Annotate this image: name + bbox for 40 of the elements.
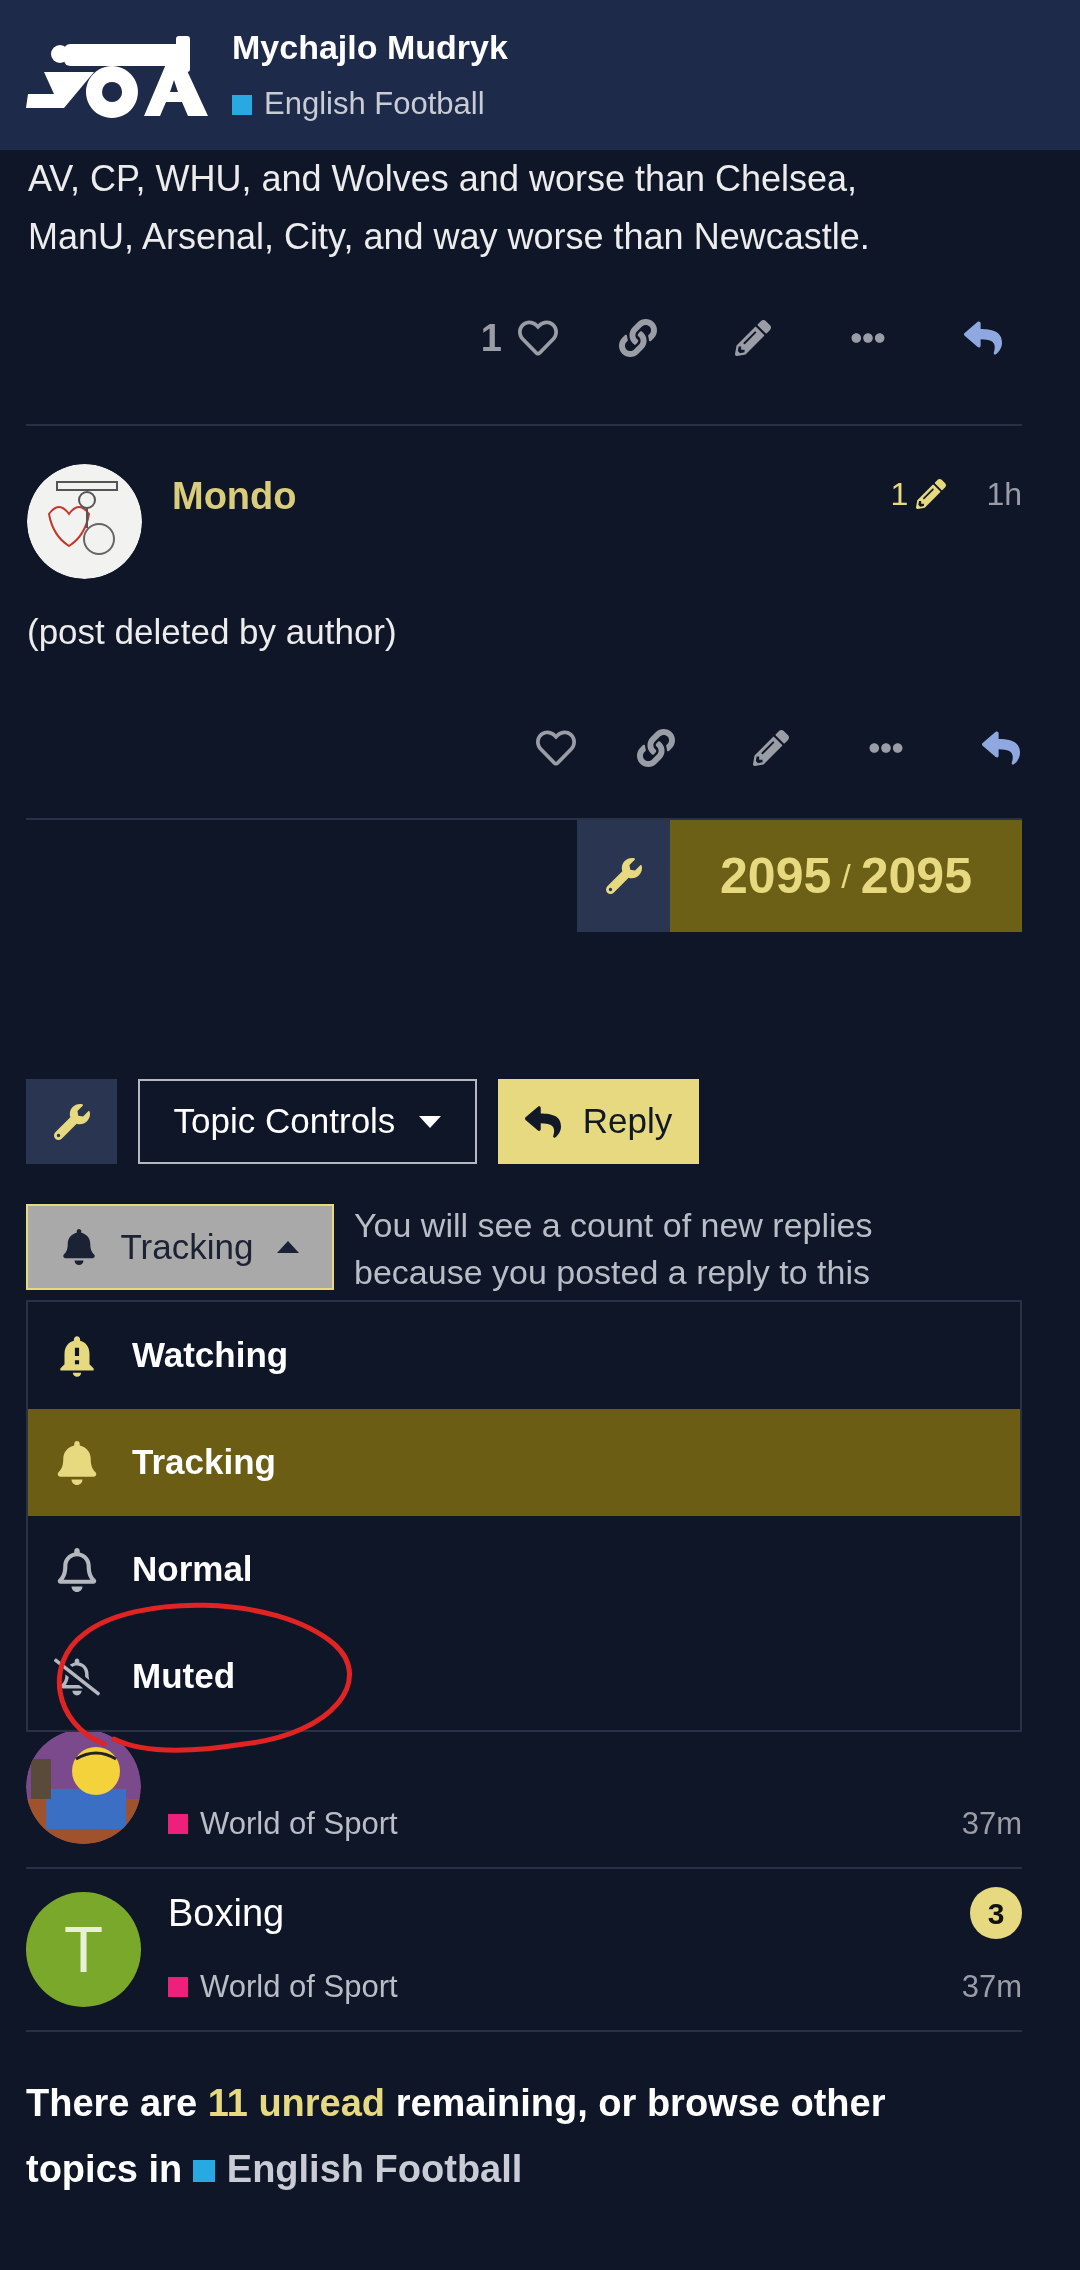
- wrench-button[interactable]: [26, 1079, 117, 1164]
- post-text: AV, CP, WHU, and Wolves and worse than Chelsea, ManU, Arsenal, City, and way worse than Newcastle.: [28, 157, 871, 259]
- topic-title[interactable]: Boxing: [168, 1884, 285, 1942]
- wrench-button[interactable]: [577, 820, 670, 932]
- like-button[interactable]: 1: [480, 303, 558, 373]
- topic-controls-dropdown[interactable]: Topic Controls: [138, 1079, 477, 1164]
- topic-time: 37m: [961, 1967, 1022, 2006]
- bell-icon: [60, 1229, 97, 1265]
- menu-item[interactable]: Normal: [28, 1516, 1020, 1623]
- bell-icon: [55, 1440, 99, 1485]
- footer-message: There are 11 unread remaining, or browse other topics in English Football: [25, 2081, 887, 2192]
- category-link[interactable]: English Football: [192, 2148, 523, 2190]
- caret-icon: [419, 1115, 442, 1128]
- menu-item[interactable]: Tracking: [28, 1409, 1020, 1516]
- post-text: (post deleted by author): [27, 611, 398, 653]
- category-name[interactable]: World of Sport: [200, 1963, 398, 2011]
- wrench-icon: [605, 858, 642, 894]
- category-name[interactable]: English Football: [264, 81, 485, 128]
- category-name[interactable]: World of Sport: [200, 1800, 398, 1848]
- wrench-icon: [53, 1103, 90, 1140]
- caret-icon: [277, 1241, 300, 1253]
- heart-icon: [536, 728, 576, 768]
- heart-icon: [518, 318, 558, 358]
- post-time: 1h: [986, 475, 1022, 514]
- topic-time: 37m: [961, 1804, 1022, 1843]
- author-name[interactable]: Mondo: [172, 468, 297, 525]
- notification-description: You will see a count of new replies because you posted a reply to this: [354, 1205, 874, 1293]
- reply-arrow-icon: [524, 1103, 561, 1140]
- notification-dropdown[interactable]: Tracking: [26, 1204, 334, 1290]
- post-counter[interactable]: 2095 / 2095: [670, 820, 1022, 932]
- unread-link[interactable]: 11 unread: [207, 2082, 386, 2124]
- edit-history[interactable]: 1: [890, 470, 947, 518]
- reply-button[interactable]: Reply: [498, 1079, 699, 1164]
- topic-title[interactable]: Mychajlo Mudryk: [232, 22, 508, 74]
- pencil-icon: [916, 479, 947, 509]
- letter-avatar: T: [26, 1892, 141, 2007]
- unread-count: 3: [970, 1887, 1022, 1939]
- menu-item[interactable]: Watching: [28, 1302, 1020, 1409]
- menu-item[interactable]: Muted: [28, 1623, 1020, 1730]
- bell-outline-icon: [55, 1547, 99, 1592]
